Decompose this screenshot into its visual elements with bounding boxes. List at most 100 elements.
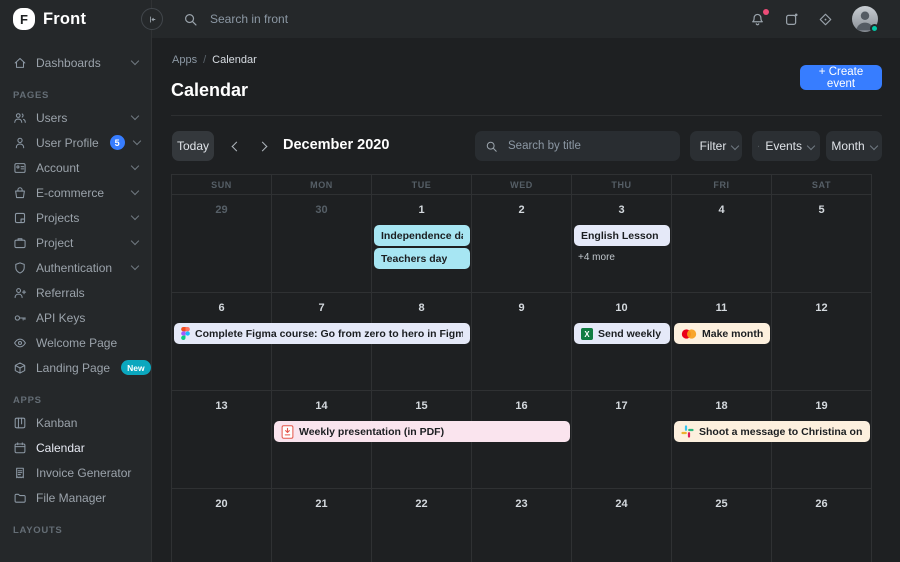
avatar[interactable] [852, 6, 878, 32]
sidebar-item-label: Referrals [36, 286, 85, 300]
calendar-event[interactable]: X Send weekly inv... [574, 323, 670, 344]
filter-label: Filter [700, 139, 727, 153]
person-plus-icon [13, 286, 27, 300]
sidebar: F Front Dashboards PAGES Users User Prof… [0, 0, 152, 562]
sidebar-item-label: Invoice Generator [36, 466, 131, 480]
prev-month-button[interactable] [228, 138, 244, 154]
calendar-day-cell[interactable]: 20 [172, 489, 272, 562]
next-month-button[interactable] [254, 138, 270, 154]
sidebar-item-label: User Profile [36, 136, 99, 150]
sidebar-item-kanban[interactable]: Kanban [0, 410, 151, 435]
events-label: Events [765, 139, 802, 153]
view-dropdown-button[interactable]: Month [826, 131, 882, 161]
topbar [152, 0, 900, 38]
calendar-day-cell[interactable]: 17 [572, 391, 672, 489]
page-title: Calendar [171, 80, 248, 101]
calendar-day-cell[interactable]: 13 [172, 391, 272, 489]
calendar-week-row: 29 30 1 2 3 4 5 Independence day Teacher… [172, 195, 872, 293]
calendar-day-cell[interactable]: 30 [272, 195, 372, 293]
sidebar-item-api-keys[interactable]: API Keys [0, 305, 151, 330]
sidebar-item-authentication[interactable]: Authentication [0, 255, 151, 280]
excel-icon: X [581, 328, 593, 340]
global-search-input[interactable] [208, 11, 352, 27]
breadcrumb-separator: / [203, 54, 206, 66]
receipt-icon [13, 466, 27, 480]
sidebar-item-user-profile[interactable]: User Profile 5 [0, 130, 151, 155]
sidebar-item-label: Welcome Page [36, 336, 117, 350]
create-event-button[interactable]: + Create event [800, 65, 882, 90]
window-dot-icon [784, 12, 799, 27]
sidebar-item-welcome-page[interactable]: Welcome Page [0, 330, 151, 355]
event-title: Shoot a message to Christina on Slack [699, 426, 863, 438]
sticky-note-icon [13, 211, 27, 225]
brand-logo[interactable]: F Front [0, 0, 151, 38]
sidebar-item-label: File Manager [36, 491, 106, 505]
calendar-day-cell[interactable]: 9 [472, 293, 572, 391]
box-icon [13, 361, 27, 375]
calendar-day-cell[interactable]: 29 [172, 195, 272, 293]
chevron-down-icon [131, 162, 139, 170]
sidebar-item-calendar[interactable]: Calendar [0, 435, 151, 460]
calendar-day-cell[interactable]: 12 [772, 293, 872, 391]
calendar-day-cell[interactable]: 23 [472, 489, 572, 562]
chevron-down-icon [132, 137, 140, 145]
today-button[interactable]: Today [172, 131, 214, 161]
chevron-down-icon [131, 187, 139, 195]
notifications-button[interactable] [750, 12, 765, 27]
sidebar-item-referrals[interactable]: Referrals [0, 280, 151, 305]
calendar-event[interactable]: Shoot a message to Christina on Slack [674, 421, 870, 442]
calendar-event[interactable]: Complete Figma course: Go from zero to h… [174, 323, 470, 344]
chevron-down-icon [131, 57, 139, 65]
apps-launcher-button[interactable] [784, 12, 799, 27]
calendar-week-row: 6 7 8 9 10 11 12 Complete Figma course: … [172, 293, 872, 391]
event-title: Teachers day [381, 253, 447, 265]
quick-actions-button[interactable] [818, 12, 833, 27]
calendar-day-cell[interactable]: 26 [772, 489, 872, 562]
more-events-link[interactable]: +4 more [578, 252, 615, 263]
calendar-event[interactable]: Weekly presentation (in PDF) [274, 421, 570, 442]
search-icon [485, 140, 498, 153]
calendar-day-cell[interactable]: 5 [772, 195, 872, 293]
sidebar-section-pages: PAGES [13, 90, 138, 101]
sidebar-item-label: Dashboards [36, 56, 101, 70]
sidebar-item-ecommerce[interactable]: E-commerce [0, 180, 151, 205]
sidebar-item-label: API Keys [36, 311, 85, 325]
calendar-event[interactable]: English Lesson [574, 225, 670, 246]
front-logo-icon: F [13, 8, 35, 30]
title-search-input[interactable] [506, 139, 660, 153]
sidebar-item-file-manager[interactable]: File Manager [0, 485, 151, 510]
calendar-day-cell[interactable]: 24 [572, 489, 672, 562]
sidebar-item-label: Account [36, 161, 79, 175]
events-dropdown-button[interactable]: Events [752, 131, 820, 161]
breadcrumb-apps[interactable]: Apps [172, 54, 197, 66]
key-icon [13, 311, 27, 325]
notification-dot [763, 9, 769, 15]
calendar-event[interactable]: Teachers day [374, 248, 470, 269]
sidebar-item-project[interactable]: Project [0, 230, 151, 255]
slack-icon [681, 425, 694, 438]
sidebar-item-invoice-generator[interactable]: Invoice Generator [0, 460, 151, 485]
chevron-down-icon [131, 237, 139, 245]
sidebar-collapse-button[interactable] [141, 8, 163, 30]
sidebar-item-projects[interactable]: Projects [0, 205, 151, 230]
day-header: WED [472, 175, 572, 195]
calendar-event[interactable]: Make monthly pa... [674, 323, 770, 344]
day-header: SUN [172, 175, 272, 195]
calendar-event[interactable]: Independence day [374, 225, 470, 246]
calendar-icon [758, 141, 759, 152]
filter-button[interactable]: Filter [690, 131, 742, 161]
calendar-day-cell[interactable]: 4 [672, 195, 772, 293]
calendar-day-cell[interactable]: 22 [372, 489, 472, 562]
sidebar-item-account[interactable]: Account [0, 155, 151, 180]
calendar-day-cell[interactable]: 25 [672, 489, 772, 562]
day-header-row: SUN MON TUE WED THU FRI SAT [172, 175, 872, 195]
sidebar-item-landing-page[interactable]: Landing Page New [0, 355, 151, 380]
chevron-down-icon [807, 142, 815, 150]
sidebar-item-dashboards[interactable]: Dashboards [0, 50, 151, 75]
day-header: TUE [372, 175, 472, 195]
sidebar-item-users[interactable]: Users [0, 105, 151, 130]
sidebar-item-label: E-commerce [36, 186, 104, 200]
calendar-day-cell[interactable]: 2 [472, 195, 572, 293]
chevron-right-icon [257, 141, 267, 151]
calendar-day-cell[interactable]: 21 [272, 489, 372, 562]
